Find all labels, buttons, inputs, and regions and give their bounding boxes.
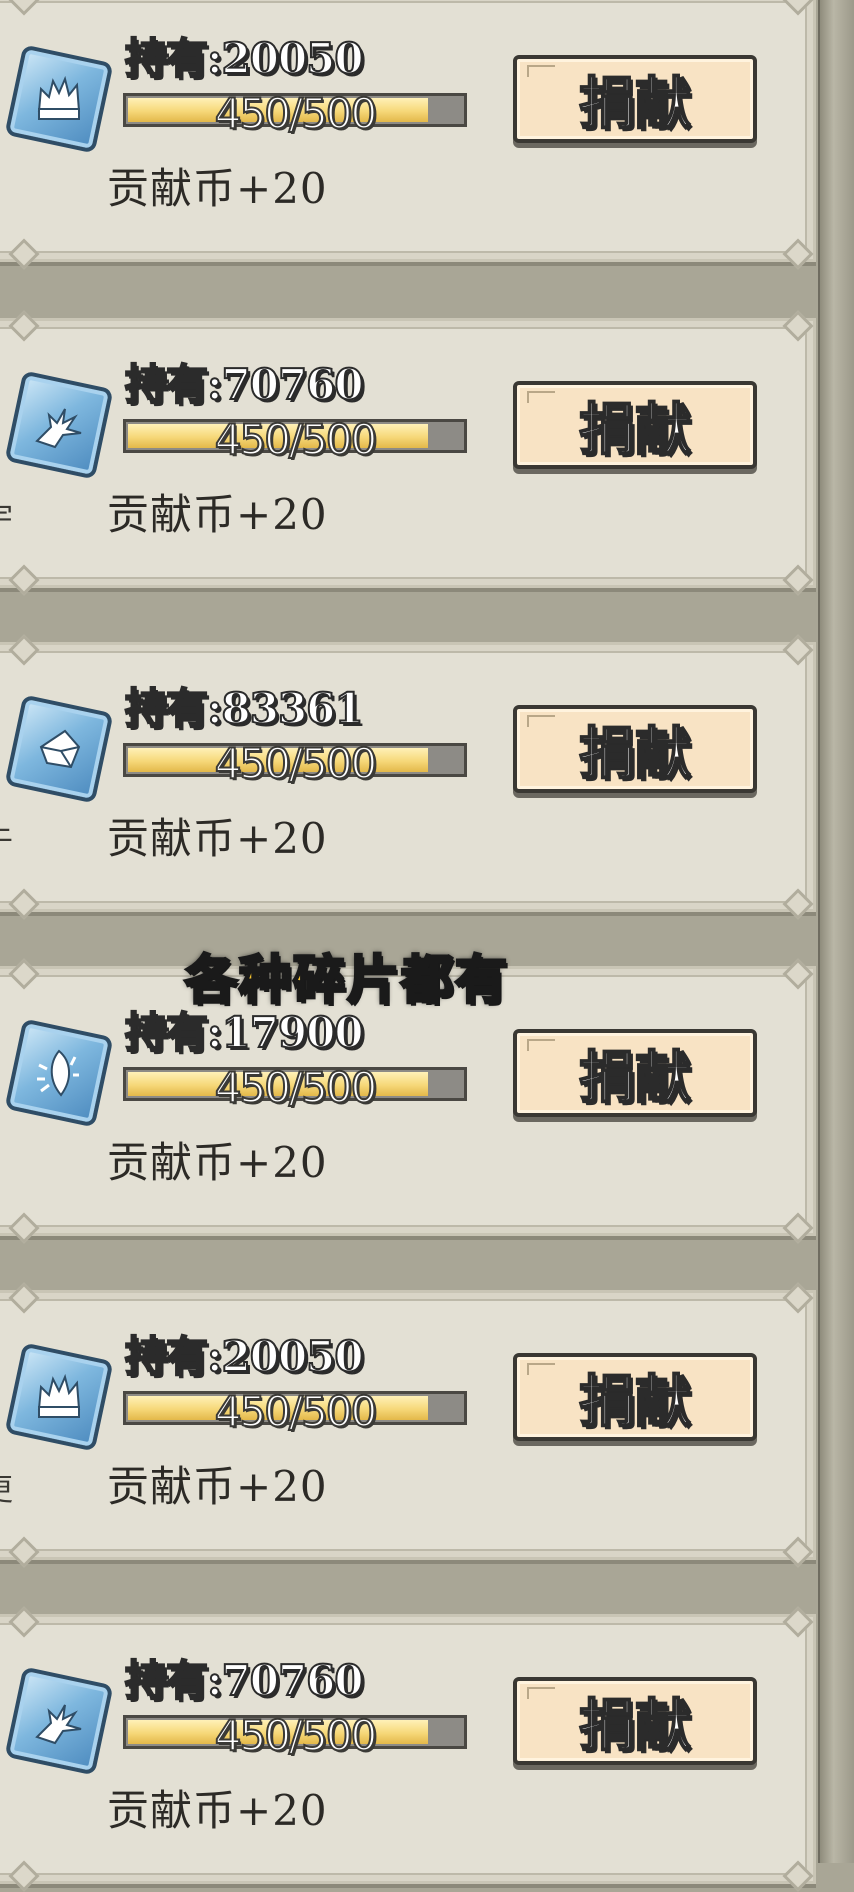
progress-bar: 450/500 — [123, 1710, 467, 1761]
donate-button[interactable]: 捐献 — [513, 381, 757, 469]
donate-button[interactable]: 捐献 — [513, 1677, 757, 1765]
reward-text: 贡献币+20 — [107, 490, 328, 539]
progress-text: 450/500 — [214, 414, 378, 465]
progress-text: 450/500 — [214, 1386, 378, 1437]
reward-text: 贡献币+20 — [107, 814, 328, 863]
donation-item: 持有:70760 450/500 贡献币+20 捐献 — [0, 1606, 816, 1892]
donate-button-label: 捐献 — [578, 396, 692, 464]
reward-text: 贡献币+20 — [107, 1138, 328, 1187]
reward-text: 贡献币+20 — [107, 164, 328, 213]
progress-bar: 450/500 — [123, 1062, 467, 1113]
crystal-shard-icon[interactable] — [4, 694, 114, 804]
donate-button[interactable]: 捐献 — [513, 55, 757, 143]
owned-count: 持有:70760 — [124, 1655, 365, 1706]
side-frame — [818, 0, 854, 1863]
donation-item: 持有:20050 450/500 贡献币+20 捐献 更 — [0, 1282, 816, 1568]
branch-shard-icon[interactable] — [4, 370, 114, 480]
donation-item: 持有:20050 450/500 贡献币+20 捐献 — [0, 0, 816, 270]
owned-count: 持有:20050 — [124, 1331, 365, 1382]
progress-text: 450/500 — [214, 1710, 378, 1761]
progress-text: 450/500 — [214, 738, 378, 789]
donation-item: 持有:70760 450/500 贡献币+20 捐献 宇 — [0, 310, 816, 596]
branch-shard-icon[interactable] — [4, 1666, 114, 1776]
reward-text: 贡献币+20 — [107, 1462, 328, 1511]
progress-text: 450/500 — [214, 1062, 378, 1113]
owned-count: 持有:83361 — [124, 683, 365, 734]
donation-list: 持有:20050 450/500 贡献币+20 捐献 持有:70760 450/… — [0, 0, 820, 1892]
donate-button-label: 捐献 — [578, 1692, 692, 1760]
progress-bar: 450/500 — [123, 88, 467, 139]
donate-button-label: 捐献 — [578, 720, 692, 788]
crown-shard-icon[interactable] — [4, 1342, 114, 1452]
donate-button[interactable]: 捐献 — [513, 1029, 757, 1117]
donation-item: 持有:83361 450/500 贡献币+20 捐献 于 — [0, 634, 816, 920]
owned-count: 持有:70760 — [124, 359, 365, 410]
progress-bar: 450/500 — [123, 738, 467, 789]
donate-button-label: 捐献 — [578, 1044, 692, 1112]
edge-text: 宇 — [0, 493, 13, 537]
edge-text: 于 — [0, 817, 13, 861]
progress-text: 450/500 — [214, 88, 378, 139]
crown-shard-icon[interactable] — [4, 44, 114, 154]
video-caption: 各种碎片都有 — [183, 950, 509, 1013]
progress-bar: 450/500 — [123, 1386, 467, 1437]
owned-count: 持有:20050 — [124, 33, 365, 84]
reward-text: 贡献币+20 — [107, 1786, 328, 1835]
progress-bar: 450/500 — [123, 414, 467, 465]
donate-button-label: 捐献 — [578, 70, 692, 138]
edge-text: 更 — [0, 1465, 13, 1509]
donate-button[interactable]: 捐献 — [513, 705, 757, 793]
donate-button-label: 捐献 — [578, 1368, 692, 1436]
donate-button[interactable]: 捐献 — [513, 1353, 757, 1441]
ice-feather-shard-icon[interactable] — [4, 1018, 114, 1128]
